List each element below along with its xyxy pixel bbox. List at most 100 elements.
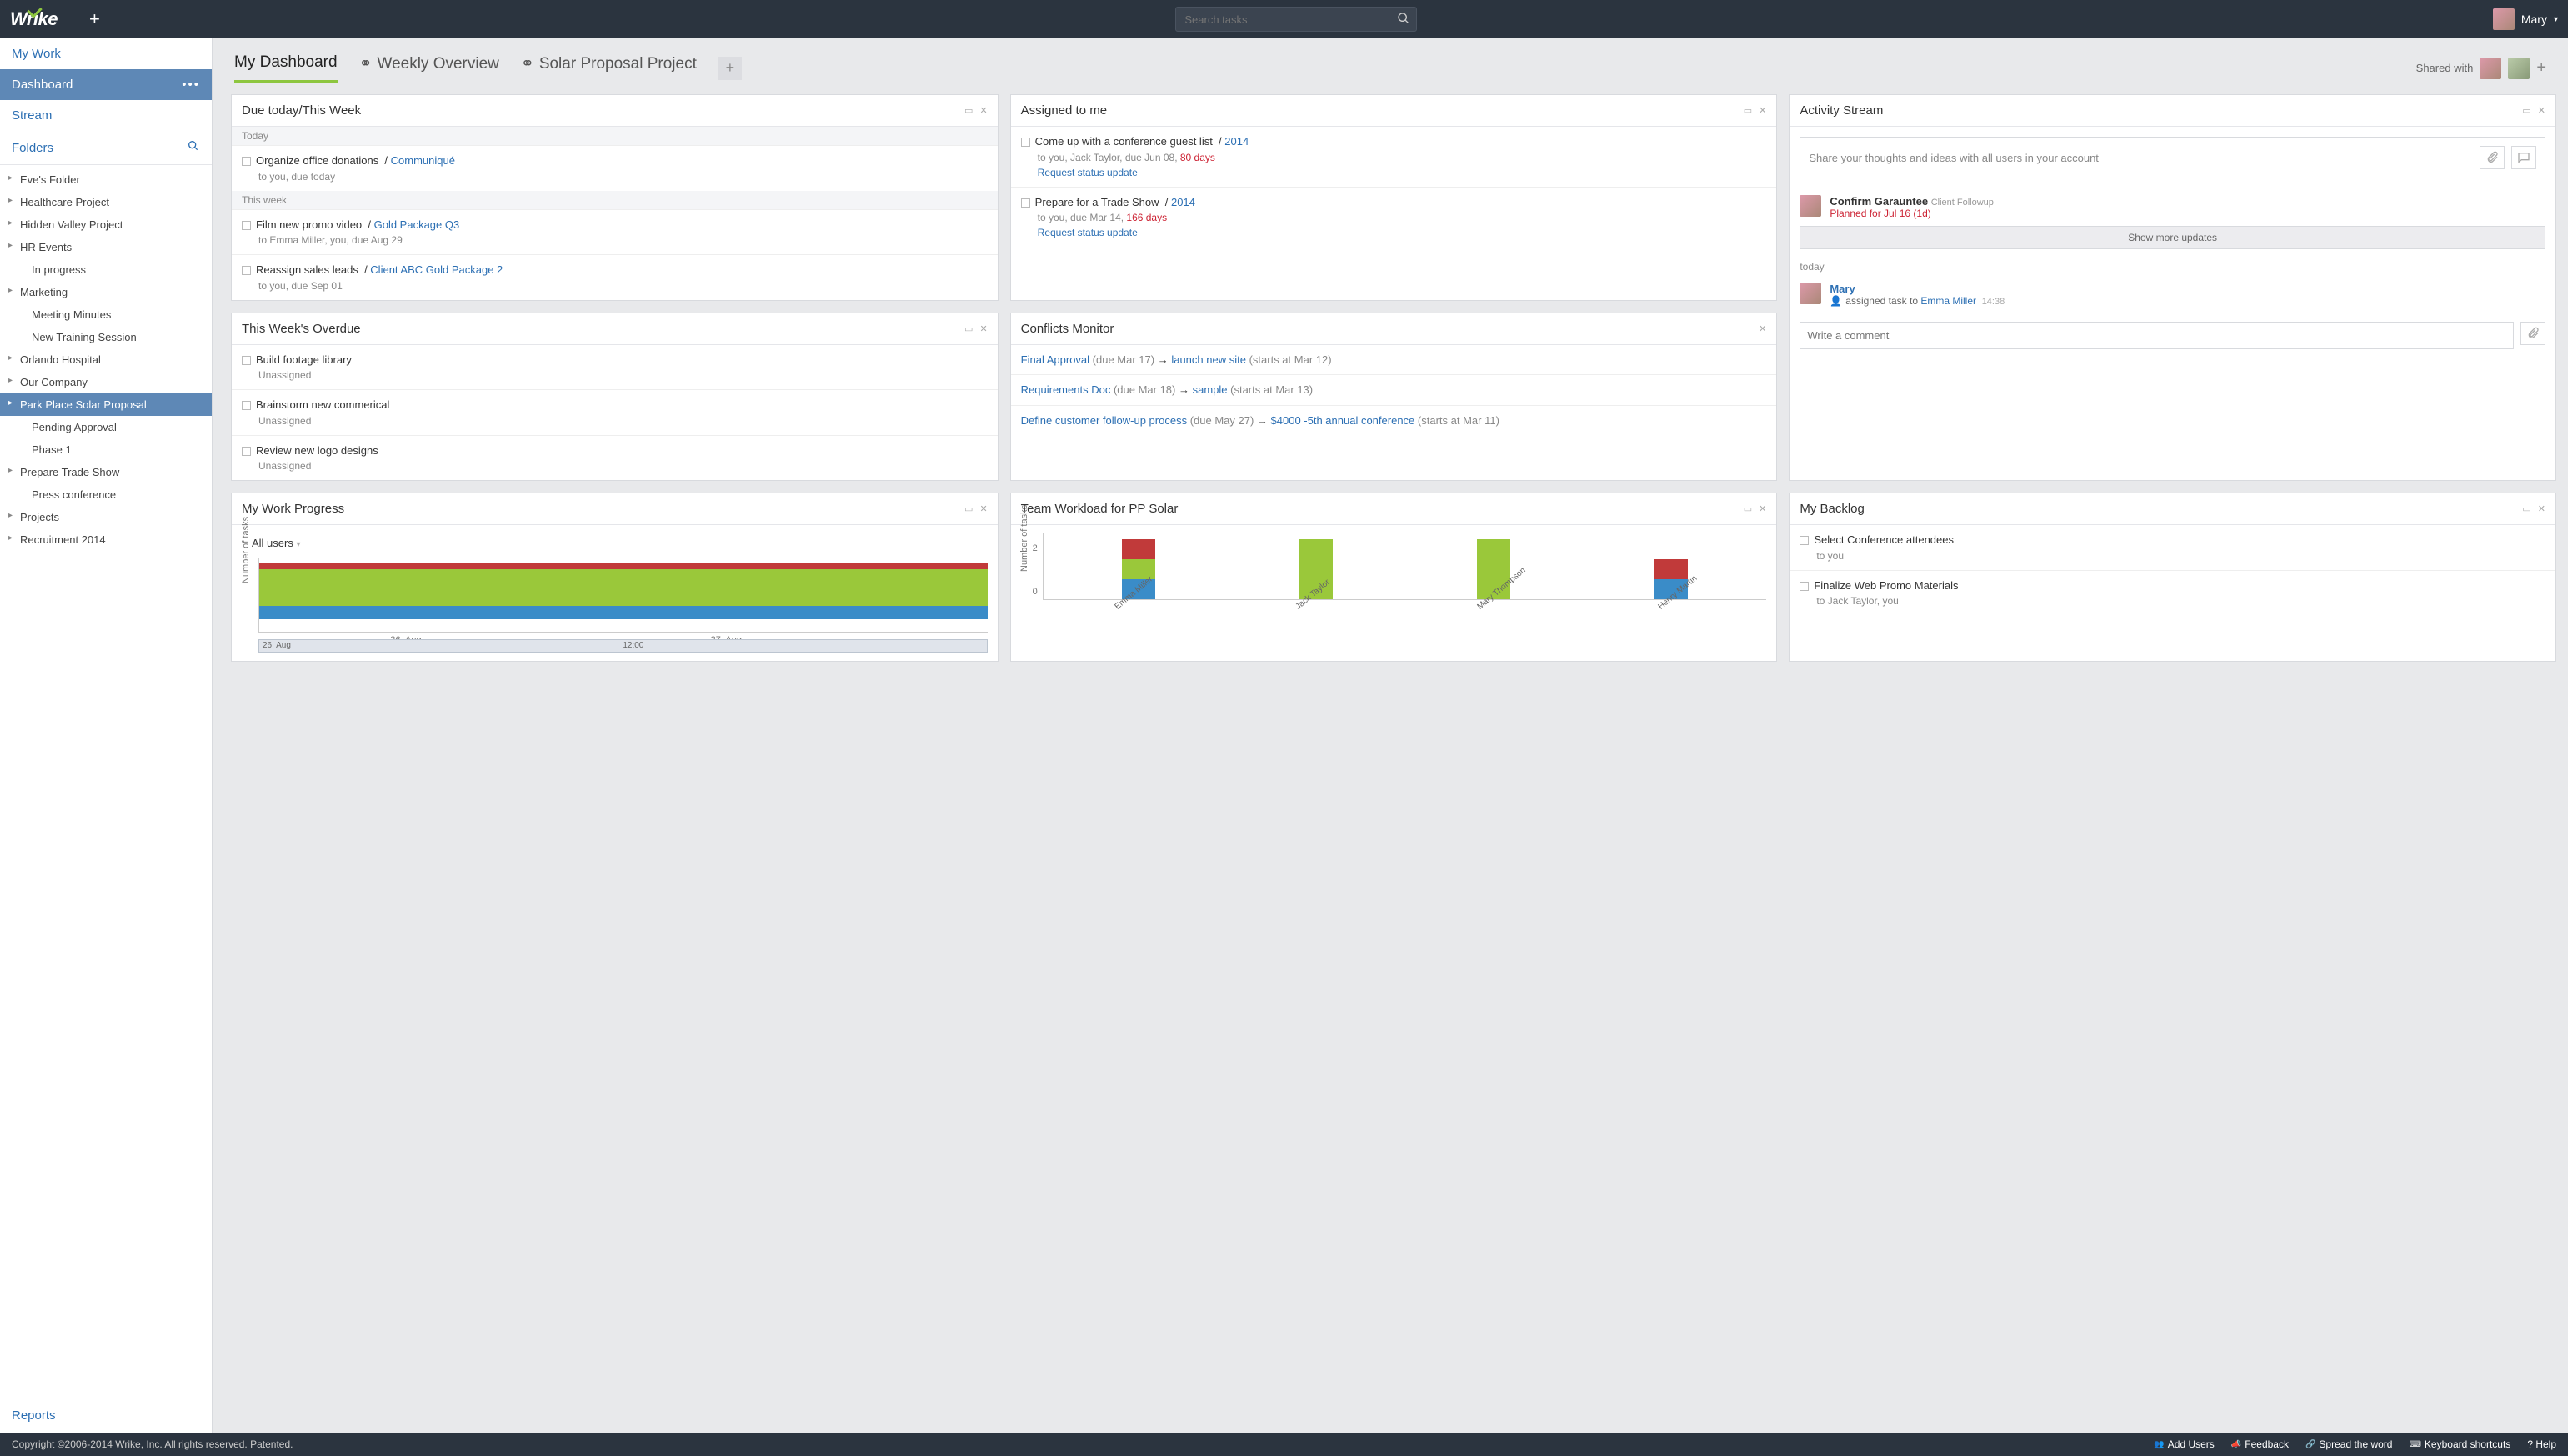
task-item[interactable]: Film new promo video / Gold Package Q3to…	[232, 210, 998, 256]
folder-item[interactable]: Healthcare Project	[0, 191, 212, 213]
footer-link[interactable]: 👥 Add Users	[2154, 1438, 2214, 1450]
checkbox[interactable]	[242, 401, 251, 410]
folder-item[interactable]: Park Place Solar Proposal	[0, 393, 212, 416]
folder-item[interactable]: Hidden Valley Project	[0, 213, 212, 236]
tab-solar-proposal[interactable]: ⚭Solar Proposal Project	[521, 54, 697, 82]
folder-item[interactable]: Meeting Minutes	[0, 303, 212, 326]
project-link[interactable]: Communiqué	[391, 154, 455, 167]
chart-filter-dropdown[interactable]: All users ▾	[242, 533, 988, 558]
tab-my-dashboard[interactable]: My Dashboard	[234, 53, 338, 83]
close-icon[interactable]: ✕	[2538, 503, 2545, 514]
folder-item[interactable]: Eve's Folder	[0, 168, 212, 191]
task-item[interactable]: Come up with a conference guest list / 2…	[1011, 127, 1777, 188]
checkbox[interactable]	[1021, 138, 1030, 147]
footer-link[interactable]: 📣 Feedback	[2231, 1438, 2289, 1450]
close-icon[interactable]: ✕	[1759, 503, 1766, 514]
task-item[interactable]: Build footage libraryUnassigned	[232, 345, 998, 391]
show-more-button[interactable]: Show more updates	[1800, 226, 2545, 249]
expand-icon[interactable]: ▭	[964, 503, 973, 514]
task-item[interactable]: Prepare for a Trade Show / 2014to you, d…	[1011, 188, 1777, 248]
close-icon[interactable]: ✕	[979, 105, 987, 116]
tab-add-button[interactable]: +	[718, 57, 742, 80]
comment-input[interactable]	[1800, 322, 2514, 349]
expand-icon[interactable]: ▭	[1744, 105, 1752, 116]
project-link[interactable]: 2014	[1224, 135, 1249, 148]
request-update-link[interactable]: Request status update	[1021, 225, 1767, 240]
sidebar-stream[interactable]: Stream	[0, 100, 212, 131]
task-link[interactable]: Define customer follow-up process	[1021, 414, 1187, 427]
folder-item[interactable]: Projects	[0, 506, 212, 528]
shared-avatar[interactable]	[2508, 58, 2530, 79]
folder-item[interactable]: Recruitment 2014	[0, 528, 212, 551]
search-icon[interactable]	[1397, 12, 1410, 28]
folder-item[interactable]: Our Company	[0, 371, 212, 393]
add-button[interactable]: +	[89, 8, 100, 30]
task-item[interactable]: Select Conference attendeesto you	[1790, 525, 2555, 571]
sidebar-reports[interactable]: Reports	[0, 1398, 212, 1433]
project-link[interactable]: Gold Package Q3	[374, 218, 460, 231]
folder-item[interactable]: Marketing	[0, 281, 212, 303]
close-icon[interactable]: ✕	[1759, 105, 1766, 116]
expand-icon[interactable]: ▭	[2522, 503, 2530, 514]
task-item[interactable]: Brainstorm new commericalUnassigned	[232, 390, 998, 436]
expand-icon[interactable]: ▭	[964, 105, 973, 116]
checkbox[interactable]	[242, 157, 251, 166]
attachment-icon[interactable]	[2480, 146, 2505, 169]
expand-icon[interactable]: ▭	[964, 323, 973, 334]
checkbox[interactable]	[1800, 582, 1809, 591]
conflict-item: Define customer follow-up process (due M…	[1011, 406, 1777, 436]
actor-link[interactable]: Mary	[1830, 283, 1855, 295]
close-icon[interactable]: ✕	[979, 323, 987, 334]
folder-item[interactable]: Prepare Trade Show	[0, 461, 212, 483]
shared-avatar[interactable]	[2480, 58, 2501, 79]
folder-item[interactable]: Press conference	[0, 483, 212, 506]
target-link[interactable]: Emma Miller	[1920, 295, 1976, 307]
close-icon[interactable]: ✕	[979, 503, 987, 514]
checkbox[interactable]	[242, 447, 251, 456]
user-menu[interactable]: Mary ▾	[2493, 8, 2558, 30]
more-icon[interactable]: •••	[182, 78, 200, 92]
task-item[interactable]: Reassign sales leads / Client ABC Gold P…	[232, 255, 998, 300]
share-add-button[interactable]: +	[2536, 58, 2546, 78]
search-input[interactable]	[1175, 7, 1417, 32]
checkbox[interactable]	[242, 221, 251, 230]
attachment-icon[interactable]	[2520, 322, 2545, 345]
project-link[interactable]: 2014	[1171, 196, 1195, 208]
expand-icon[interactable]: ▭	[1744, 503, 1752, 514]
project-link[interactable]: Client ABC Gold Package 2	[370, 263, 503, 276]
chart-slider[interactable]: 26. Aug 12:00	[258, 639, 988, 653]
folder-search-icon[interactable]	[187, 139, 200, 156]
footer-link[interactable]: ⌨ Keyboard shortcuts	[2409, 1438, 2510, 1450]
footer-link[interactable]: ? Help	[2527, 1438, 2556, 1450]
task-link[interactable]: Requirements Doc	[1021, 383, 1111, 396]
close-icon[interactable]: ✕	[2538, 105, 2545, 116]
checkbox[interactable]	[242, 266, 251, 275]
folder-item[interactable]: Phase 1	[0, 438, 212, 461]
comment-icon[interactable]	[2511, 146, 2536, 169]
task-item[interactable]: Organize office donations / Communiquéto…	[232, 146, 998, 191]
task-link[interactable]: launch new site	[1171, 353, 1246, 366]
card-title: My Backlog	[1800, 502, 1865, 516]
task-link[interactable]: $4000 -5th annual conference	[1271, 414, 1415, 427]
folder-item[interactable]: Orlando Hospital	[0, 348, 212, 371]
folder-item[interactable]: HR Events	[0, 236, 212, 258]
footer-link[interactable]: 🔗 Spread the word	[2305, 1438, 2393, 1450]
activity-item[interactable]: Confirm Garauntee Client Followup Planne…	[1790, 188, 2555, 226]
task-item[interactable]: Review new logo designsUnassigned	[232, 436, 998, 481]
folder-item[interactable]: Pending Approval	[0, 416, 212, 438]
task-link[interactable]: Final Approval	[1021, 353, 1089, 366]
tab-weekly-overview[interactable]: ⚭Weekly Overview	[359, 54, 499, 82]
request-update-link[interactable]: Request status update	[1021, 165, 1767, 180]
checkbox[interactable]	[1800, 536, 1809, 545]
sidebar-mywork[interactable]: My Work	[0, 38, 212, 69]
folder-item[interactable]: New Training Session	[0, 326, 212, 348]
expand-icon[interactable]: ▭	[2522, 105, 2530, 116]
task-item[interactable]: Finalize Web Promo Materialsto Jack Tayl…	[1790, 571, 2555, 616]
sidebar-dashboard[interactable]: Dashboard •••	[0, 69, 212, 100]
task-link[interactable]: sample	[1193, 383, 1228, 396]
folder-item[interactable]: In progress	[0, 258, 212, 281]
checkbox[interactable]	[242, 356, 251, 365]
checkbox[interactable]	[1021, 198, 1030, 208]
close-icon[interactable]: ✕	[1759, 323, 1766, 334]
share-thoughts-box[interactable]: Share your thoughts and ideas with all u…	[1800, 137, 2545, 178]
